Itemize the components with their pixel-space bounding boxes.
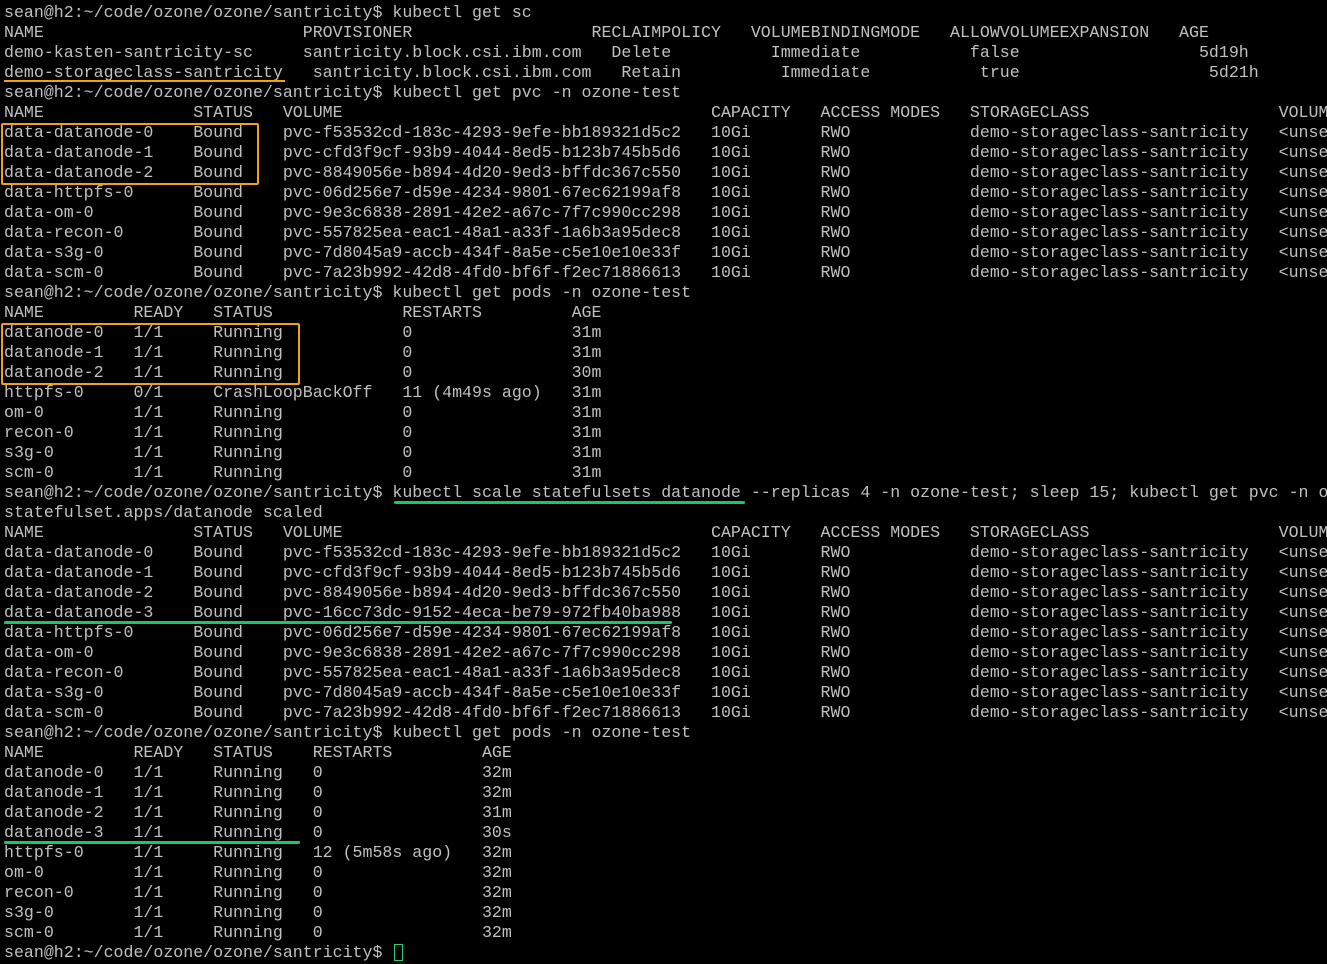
prompt-line[interactable]: sean@h2:~/code/ozone/ozone/santricity$ (4, 943, 1327, 963)
text-cursor[interactable] (394, 944, 404, 962)
terminal-line: data-httpfs-0 Bound pvc-06d256e7-d59e-42… (4, 623, 1327, 642)
terminal-line: data-scm-0 Bound pvc-7a23b992-42d8-4fd0-… (4, 703, 1327, 722)
terminal-line: sean@h2:~/code/ozone/ozone/santricity$ k… (4, 3, 532, 22)
terminal-line: s3g-0 1/1 Running 0 31m (4, 443, 602, 462)
terminal-line: om-0 1/1 Running 0 32m (4, 863, 512, 882)
terminal-line: scm-0 1/1 Running 0 32m (4, 923, 512, 942)
terminal-line: data-datanode-2 Bound pvc-8849056e-b894-… (4, 583, 1327, 602)
terminal-line: data-httpfs-0 Bound pvc-06d256e7-d59e-42… (4, 183, 1327, 202)
terminal-line: httpfs-0 0/1 CrashLoopBackOff 11 (4m49s … (4, 383, 602, 402)
terminal-line: data-datanode-0 Bound pvc-f53532cd-183c-… (4, 543, 1327, 562)
terminal-line: datanode-2 1/1 Running 0 31m (4, 803, 512, 822)
terminal-line: recon-0 1/1 Running 0 32m (4, 883, 512, 902)
terminal-window[interactable]: sean@h2:~/code/ozone/ozone/santricity$ k… (0, 0, 1327, 964)
terminal-line: data-om-0 Bound pvc-9e3c6838-2891-42e2-a… (4, 643, 1327, 662)
terminal-line: s3g-0 1/1 Running 0 32m (4, 903, 512, 922)
terminal-line: datanode-1 1/1 Running 0 32m (4, 783, 512, 802)
terminal-line: data-om-0 Bound pvc-9e3c6838-2891-42e2-a… (4, 203, 1327, 222)
terminal-line: sean@h2:~/code/ozone/ozone/santricity$ k… (4, 83, 682, 102)
terminal-line: data-s3g-0 Bound pvc-7d8045a9-accb-434f-… (4, 243, 1327, 262)
terminal-line: data-datanode-3 Bound pvc-16cc73dc-9152-… (4, 603, 1327, 622)
terminal-line: NAME STATUS VOLUME CAPACITY ACCESS MODES… (4, 523, 1327, 542)
terminal-line: httpfs-0 1/1 Running 12 (5m58s ago) 32m (4, 843, 512, 862)
terminal-output: sean@h2:~/code/ozone/ozone/santricity$ k… (4, 3, 1327, 943)
terminal-line: NAME PROVISIONER RECLAIMPOLICY VOLUMEBIN… (4, 23, 1209, 42)
terminal-line: data-datanode-1 Bound pvc-cfd3f9cf-93b9-… (4, 563, 1327, 582)
terminal-line: scm-0 1/1 Running 0 31m (4, 463, 602, 482)
terminal-line: data-datanode-1 Bound pvc-cfd3f9cf-93b9-… (4, 143, 1327, 162)
terminal-line: datanode-3 1/1 Running 0 30s (4, 823, 512, 842)
terminal-line: data-s3g-0 Bound pvc-7d8045a9-accb-434f-… (4, 683, 1327, 702)
terminal-line: data-recon-0 Bound pvc-557825ea-eac1-48a… (4, 663, 1327, 682)
terminal-line: data-scm-0 Bound pvc-7a23b992-42d8-4fd0-… (4, 263, 1327, 282)
terminal-line: sean@h2:~/code/ozone/ozone/santricity$ k… (4, 483, 1327, 502)
terminal-line: demo-kasten-santricity-sc santricity.blo… (4, 43, 1249, 62)
terminal-line: NAME READY STATUS RESTARTS AGE (4, 743, 512, 762)
terminal-line: recon-0 1/1 Running 0 31m (4, 423, 602, 442)
terminal-line: datanode-0 1/1 Running 0 32m (4, 763, 512, 782)
terminal-line: data-datanode-0 Bound pvc-f53532cd-183c-… (4, 123, 1327, 142)
terminal-line: demo-storageclass-santricity santricity.… (4, 63, 1259, 82)
terminal-line: data-recon-0 Bound pvc-557825ea-eac1-48a… (4, 223, 1327, 242)
terminal-line: NAME STATUS VOLUME CAPACITY ACCESS MODES… (4, 103, 1327, 122)
shell-prompt: sean@h2:~/code/ozone/ozone/santricity$ (4, 943, 393, 962)
terminal-line: sean@h2:~/code/ozone/ozone/santricity$ k… (4, 723, 692, 742)
terminal-line: NAME READY STATUS RESTARTS AGE (4, 303, 602, 322)
terminal-line: sean@h2:~/code/ozone/ozone/santricity$ k… (4, 283, 692, 302)
terminal-line: data-datanode-2 Bound pvc-8849056e-b894-… (4, 163, 1327, 182)
terminal-line: datanode-2 1/1 Running 0 30m (4, 363, 602, 382)
terminal-line: datanode-0 1/1 Running 0 31m (4, 323, 602, 342)
terminal-line: statefulset.apps/datanode scaled (4, 503, 323, 522)
terminal-line: om-0 1/1 Running 0 31m (4, 403, 602, 422)
terminal-line: datanode-1 1/1 Running 0 31m (4, 343, 602, 362)
